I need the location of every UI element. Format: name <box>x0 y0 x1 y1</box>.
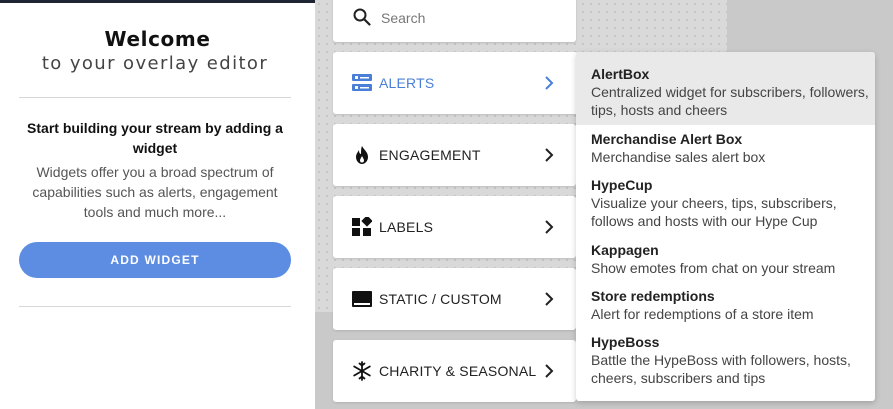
chevron-right-icon <box>545 220 554 234</box>
static-custom-icon <box>352 291 372 307</box>
category-charity-seasonal[interactable]: CHARITY & SEASONAL <box>333 340 576 402</box>
alerts-widget-flyout: AlertBox Centralized widget for subscrib… <box>576 52 875 401</box>
widget-description: Visualize your cheers, tips, subscribers… <box>591 195 837 229</box>
widget-item-merchandise-alert-box[interactable]: Merchandise Alert Box Merchandise sales … <box>576 130 875 166</box>
welcome-subtitle: to your overlay editor <box>41 53 269 74</box>
widget-item-kappagen[interactable]: Kappagen Show emotes from chat on your s… <box>576 241 875 277</box>
chevron-right-icon <box>545 292 554 306</box>
category-engagement[interactable]: ENGAGEMENT <box>333 124 576 186</box>
category-label: STATIC / CUSTOM <box>379 291 502 307</box>
widget-description: Merchandise sales alert box <box>591 149 766 165</box>
flame-icon <box>356 146 368 164</box>
category-label: ALERTS <box>379 75 435 91</box>
widget-title: Store redemptions <box>591 288 715 304</box>
divider <box>19 306 291 307</box>
category-static-custom[interactable]: STATIC / CUSTOM <box>333 268 576 330</box>
alerts-icon <box>352 74 372 91</box>
welcome-panel: Welcome to your overlay editor Start bui… <box>0 0 315 409</box>
chevron-right-icon <box>545 148 554 162</box>
category-label: ENGAGEMENT <box>379 147 481 163</box>
widget-item-hypeboss[interactable]: HypeBoss Battle the HypeBoss with follow… <box>576 333 875 387</box>
widget-item-hypecup[interactable]: HypeCup Visualize your cheers, tips, sub… <box>576 176 875 230</box>
widget-title: HypeBoss <box>591 334 660 350</box>
add-widget-button[interactable]: ADD WIDGET <box>19 242 291 278</box>
start-heading: Start building your stream by adding a w… <box>27 120 283 156</box>
category-alerts[interactable]: ALERTS <box>333 52 578 114</box>
search-box[interactable]: Search <box>333 0 576 42</box>
chevron-right-icon <box>545 76 554 90</box>
widget-item-alertbox[interactable]: AlertBox Centralized widget for subscrib… <box>576 52 875 125</box>
category-labels[interactable]: LABELS <box>333 196 576 258</box>
widget-description: Alert for redemptions of a store item <box>591 306 814 322</box>
chevron-right-icon <box>545 364 554 378</box>
widget-title: AlertBox <box>591 66 650 82</box>
start-description: Widgets offer you a broad spectrum of ca… <box>32 164 278 220</box>
widget-description: Battle the HypeBoss with followers, host… <box>591 352 851 386</box>
snowflake-icon <box>353 361 371 381</box>
widget-title: Merchandise Alert Box <box>591 131 743 147</box>
widget-description: Centralized widget for subscribers, foll… <box>591 84 869 118</box>
labels-grid-icon <box>352 217 372 236</box>
divider <box>19 97 291 98</box>
widget-title: HypeCup <box>591 177 653 193</box>
welcome-title: Welcome <box>104 27 211 51</box>
search-input[interactable]: Search <box>381 10 425 26</box>
widget-title: Kappagen <box>591 242 659 258</box>
widget-description: Show emotes from chat on your stream <box>591 260 836 276</box>
search-icon <box>353 8 371 26</box>
category-label: CHARITY & SEASONAL <box>379 363 537 379</box>
category-label: LABELS <box>379 219 434 235</box>
widget-item-store-redemptions[interactable]: Store redemptions Alert for redemptions … <box>576 287 875 323</box>
